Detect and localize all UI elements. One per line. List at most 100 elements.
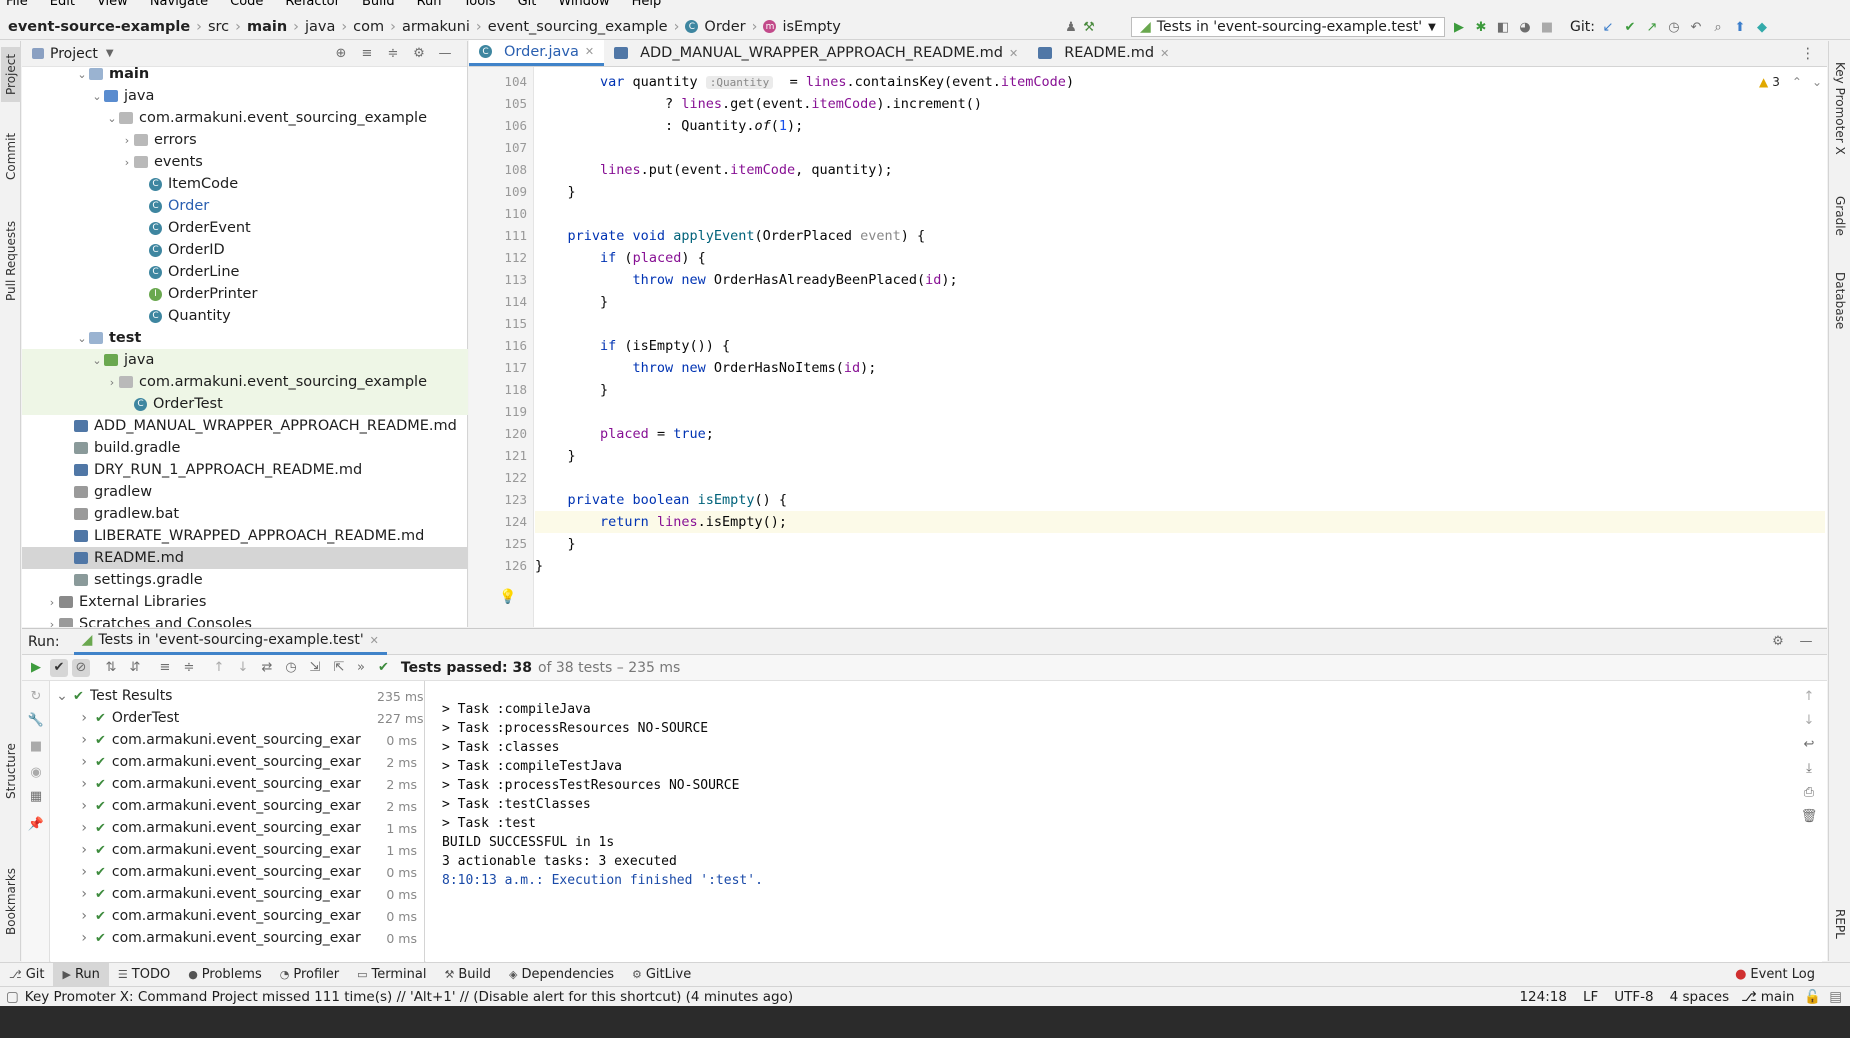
toolwindow-terminal[interactable]: ▭ Terminal bbox=[348, 963, 435, 987]
strip-key-promoter[interactable]: Key Promoter X bbox=[1830, 51, 1850, 166]
code-line[interactable]: if (placed) { bbox=[535, 247, 1825, 269]
code-line[interactable]: throw new OrderHasAlreadyBeenPlaced(id); bbox=[535, 269, 1825, 291]
tree-item[interactable]: README.md bbox=[22, 547, 468, 569]
expand-all-icon[interactable]: ≡ bbox=[358, 45, 376, 63]
menu-view[interactable]: View bbox=[97, 0, 128, 8]
collapse-all-icon[interactable]: ≑ bbox=[384, 45, 402, 63]
tree-item[interactable]: settings.gradle bbox=[22, 569, 468, 591]
line-number[interactable]: 125 bbox=[469, 533, 527, 555]
tree-item[interactable]: C OrderLine bbox=[22, 261, 468, 283]
history-icon[interactable]: ◷ bbox=[1665, 18, 1683, 36]
toolwindow-profiler[interactable]: ◔ Profiler bbox=[271, 963, 348, 987]
chevron-right-icon[interactable]: › bbox=[51, 886, 95, 902]
breadcrumb-item[interactable]: armakuni bbox=[402, 19, 470, 35]
tree-item[interactable]: LIBERATE_WRAPPED_APPROACH_README.md bbox=[22, 525, 468, 547]
file-encoding[interactable]: UTF-8 bbox=[1614, 989, 1653, 1005]
code-line[interactable] bbox=[535, 137, 1825, 159]
code-line[interactable]: private void applyEvent(OrderPlaced even… bbox=[535, 225, 1825, 247]
close-icon[interactable]: ✕ bbox=[370, 634, 379, 647]
line-number[interactable]: 116 bbox=[469, 335, 527, 357]
tree-item[interactable]: build.gradle bbox=[22, 437, 468, 459]
tree-item[interactable]: C Quantity bbox=[22, 305, 468, 327]
code-line[interactable]: } bbox=[535, 555, 1825, 577]
search-icon[interactable]: ⌕ bbox=[1709, 18, 1727, 36]
git-update-icon[interactable]: ↙ bbox=[1599, 18, 1617, 36]
chevron-right-icon[interactable]: › bbox=[51, 710, 95, 726]
cursor-position[interactable]: 124:18 bbox=[1519, 989, 1567, 1005]
breadcrumb-item[interactable]: event_sourcing_example bbox=[488, 19, 668, 35]
line-number[interactable]: 117 bbox=[469, 357, 527, 379]
chevron-right-icon[interactable]: › bbox=[51, 776, 95, 792]
code-line[interactable]: throw new OrderHasNoItems(id); bbox=[535, 357, 1825, 379]
breadcrumb-item[interactable]: isEmpty bbox=[782, 19, 840, 35]
editor-tab[interactable]: C Order.java ✕ bbox=[469, 40, 605, 66]
breadcrumb-item[interactable]: com bbox=[353, 19, 384, 35]
line-number[interactable]: 123 bbox=[469, 489, 527, 511]
lock-icon[interactable]: 🔓 bbox=[1804, 989, 1821, 1005]
code-line[interactable] bbox=[535, 313, 1825, 335]
chevron-down-icon[interactable]: ▼ bbox=[106, 48, 114, 59]
chevron-right-icon[interactable]: › bbox=[45, 596, 59, 609]
rollback-icon[interactable]: ↶ bbox=[1687, 18, 1705, 36]
chevron-right-icon[interactable]: › bbox=[51, 908, 95, 924]
toolwindow-git[interactable]: ⎇ Git bbox=[0, 963, 53, 987]
code-line[interactable]: } bbox=[535, 379, 1825, 401]
chevron-down-icon[interactable]: ⌄ bbox=[105, 112, 119, 125]
editor-tab[interactable]: ADD_MANUAL_WRAPPER_APPROACH_README.md ✕ bbox=[604, 40, 1028, 66]
chevron-right-icon[interactable]: › bbox=[51, 798, 95, 814]
code-line[interactable]: } bbox=[535, 181, 1825, 203]
code-line[interactable]: } bbox=[535, 291, 1825, 313]
jetbrains-icon[interactable]: ◆ bbox=[1753, 18, 1771, 36]
coverage-icon[interactable]: ◧ bbox=[1494, 18, 1512, 36]
show-ignored-icon[interactable]: ⊘ bbox=[72, 658, 90, 677]
collapse-all-icon[interactable]: ≑ bbox=[180, 659, 198, 677]
sort-alpha-icon[interactable]: ⇅ bbox=[102, 659, 120, 677]
strip-database[interactable]: Database bbox=[1830, 261, 1850, 341]
test-result-row[interactable]: › ✔ com.armakuni.event_sourcing_exar 2 ms bbox=[51, 773, 424, 795]
show-passed-icon[interactable]: ✔ bbox=[50, 658, 68, 677]
strip-structure[interactable]: Structure bbox=[1, 731, 21, 811]
chevron-right-icon[interactable]: › bbox=[51, 842, 95, 858]
strip-repl[interactable]: REPL bbox=[1830, 896, 1850, 951]
chevron-right-icon[interactable]: › bbox=[51, 732, 95, 748]
breadcrumb-item[interactable]: main bbox=[247, 19, 287, 35]
menu-git[interactable]: Git bbox=[518, 0, 537, 8]
line-number[interactable]: 118 bbox=[469, 379, 527, 401]
layout-icon[interactable]: ▦ bbox=[27, 787, 45, 805]
menu-build[interactable]: Build bbox=[362, 0, 395, 8]
code-line[interactable]: var quantity :Quantity = lines.containsK… bbox=[535, 71, 1825, 93]
line-number[interactable]: 124 bbox=[469, 511, 527, 533]
tree-item[interactable]: ⌄ test bbox=[22, 327, 468, 349]
menu-code[interactable]: Code bbox=[230, 0, 263, 8]
menu-tools[interactable]: Tools bbox=[464, 0, 496, 8]
locate-icon[interactable]: ⊕ bbox=[332, 45, 350, 63]
menu-file[interactable]: File bbox=[6, 0, 28, 8]
line-number[interactable]: 122 bbox=[469, 467, 527, 489]
chevron-down-icon[interactable]: ⌄ bbox=[90, 90, 104, 103]
tree-item[interactable]: › Scratches and Consoles bbox=[22, 613, 468, 627]
line-number[interactable]: 115 bbox=[469, 313, 527, 335]
tree-item[interactable]: C ItemCode bbox=[22, 173, 468, 195]
notification-icon[interactable]: ▢ bbox=[6, 989, 19, 1005]
menu-help[interactable]: Help bbox=[632, 0, 662, 8]
toolwindow-event-log[interactable]: ● Event Log bbox=[1726, 963, 1824, 987]
update-icon[interactable]: ⬆ bbox=[1731, 18, 1749, 36]
strip-pull-requests[interactable]: Pull Requests bbox=[1, 211, 21, 311]
chevron-right-icon[interactable]: › bbox=[120, 134, 134, 147]
build-hammer-icon[interactable]: ⚒ bbox=[1080, 18, 1098, 36]
line-number[interactable]: 105 bbox=[469, 93, 527, 115]
test-result-row[interactable]: › ✔ com.armakuni.event_sourcing_exar 1 ms bbox=[51, 817, 424, 839]
import-tests-icon[interactable]: ⇄ bbox=[258, 659, 276, 677]
close-icon[interactable]: ✕ bbox=[1009, 47, 1018, 60]
next-failed-icon[interactable]: ↓ bbox=[234, 659, 252, 677]
strip-commit[interactable]: Commit bbox=[1, 121, 21, 191]
debug-icon[interactable]: ✱ bbox=[1472, 18, 1490, 36]
line-number[interactable]: 111 bbox=[469, 225, 527, 247]
tree-item[interactable]: › External Libraries bbox=[22, 591, 468, 613]
intention-bulb-icon[interactable]: 💡 bbox=[499, 589, 516, 605]
test-result-row[interactable]: › ✔ com.armakuni.event_sourcing_exar 0 ms bbox=[51, 883, 424, 905]
breadcrumb-item[interactable]: java bbox=[305, 19, 335, 35]
prev-failed-icon[interactable]: ↑ bbox=[210, 659, 228, 677]
strip-project[interactable]: Project bbox=[1, 47, 21, 102]
profile-icon[interactable]: ◕ bbox=[1516, 18, 1534, 36]
